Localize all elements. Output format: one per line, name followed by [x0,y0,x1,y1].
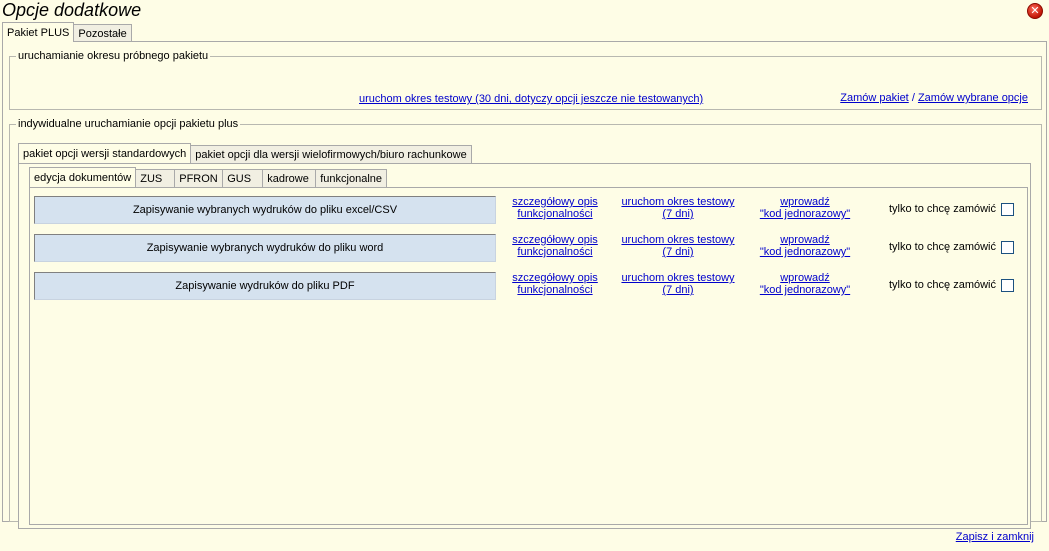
trial-group-legend: uruchamianie okresu próbnego pakietu [18,50,209,62]
tab-kadrowe[interactable]: kadrowe [262,169,317,187]
order-package-link[interactable]: Zamów pakiet [840,92,908,104]
individual-group-legend: indywidualne uruchamianie opcji pakietu … [18,118,239,130]
option-name-button[interactable]: Zapisywanie wybranych wydruków do pliku … [34,196,496,224]
only-order-label: tylko to chcę zamówić [889,241,996,253]
start-option-trial-link[interactable]: uruchom okres testowy (7 dni) [619,272,737,296]
start-option-trial-link[interactable]: uruchom okres testowy (7 dni) [619,196,737,220]
enter-code-link[interactable]: wprowadź "kod jednorazowy" [754,196,856,220]
tab-zus[interactable]: ZUS [135,169,176,187]
only-order-checkbox[interactable] [1001,203,1014,216]
option-name-button[interactable]: Zapisywanie wydruków do pliku PDF [34,272,496,300]
window-title: Opcje dodatkowe [2,0,142,20]
enter-code-link[interactable]: wprowadź "kod jednorazowy" [754,234,856,258]
only-order-checkbox[interactable] [1001,279,1014,292]
option-row: Zapisywanie wybranych wydruków do pliku … [34,234,1024,262]
tab-gus[interactable]: GUS [222,169,264,187]
order-links: Zamów pakiet / Zamów wybrane opcje [840,92,1028,104]
tab-pakiet-plus[interactable]: Pakiet PLUS [2,22,75,42]
trial-group: uruchamianie okresu próbnego pakietu uru… [9,50,1042,110]
option-row: Zapisywanie wydruków do pliku PDF szczeg… [34,272,1024,300]
details-link[interactable]: szczegółowy opis funkcjonalności [504,196,606,220]
tab-pozostale[interactable]: Pozostałe [73,24,132,42]
only-order-checkbox[interactable] [1001,241,1014,254]
sub-panel: edycja dokumentów ZUS PFRON GUS kadrowe … [18,163,1031,529]
order-selected-link[interactable]: Zamów wybrane opcje [918,92,1028,104]
tab-pfron[interactable]: PFRON [174,169,224,187]
start-trial-link[interactable]: uruchom okres testowy (30 dni, dotyczy o… [359,93,703,105]
details-link[interactable]: szczegółowy opis funkcjonalności [504,272,606,296]
tab-funkcjonalne[interactable]: funkcjonalne [315,169,388,187]
option-name-button[interactable]: Zapisywanie wybranych wydruków do pliku … [34,234,496,262]
category-panel: Zapisywanie wybranych wydruków do pliku … [29,187,1028,525]
details-link[interactable]: szczegółowy opis funkcjonalności [504,234,606,258]
tab-multicompany-options[interactable]: pakiet opcji dla wersji wielofirmowych/b… [190,145,472,163]
option-row: Zapisywanie wybranych wydruków do pliku … [34,196,1024,224]
close-icon[interactable]: ✕ [1027,3,1043,19]
top-tabs: Pakiet PLUS Pozostałe [2,22,132,42]
only-order-label: tylko to chcę zamówić [889,203,996,215]
category-tabs: edycja dokumentów ZUS PFRON GUS kadrowe … [29,167,388,187]
tab-edycja-dokumentow[interactable]: edycja dokumentów [29,167,137,187]
save-and-close-link[interactable]: Zapisz i zamknij [956,531,1034,543]
tab-standard-options[interactable]: pakiet opcji wersji standardowych [18,143,192,163]
order-separator: / [911,92,915,104]
main-panel: uruchamianie okresu próbnego pakietu uru… [2,41,1047,529]
individual-group: indywidualne uruchamianie opcji pakietu … [9,118,1042,529]
start-option-trial-link[interactable]: uruchom okres testowy (7 dni) [619,234,737,258]
enter-code-link[interactable]: wprowadź "kod jednorazowy" [754,272,856,296]
only-order-label: tylko to chcę zamówić [889,279,996,291]
sub-tabs: pakiet opcji wersji standardowych pakiet… [18,143,472,163]
